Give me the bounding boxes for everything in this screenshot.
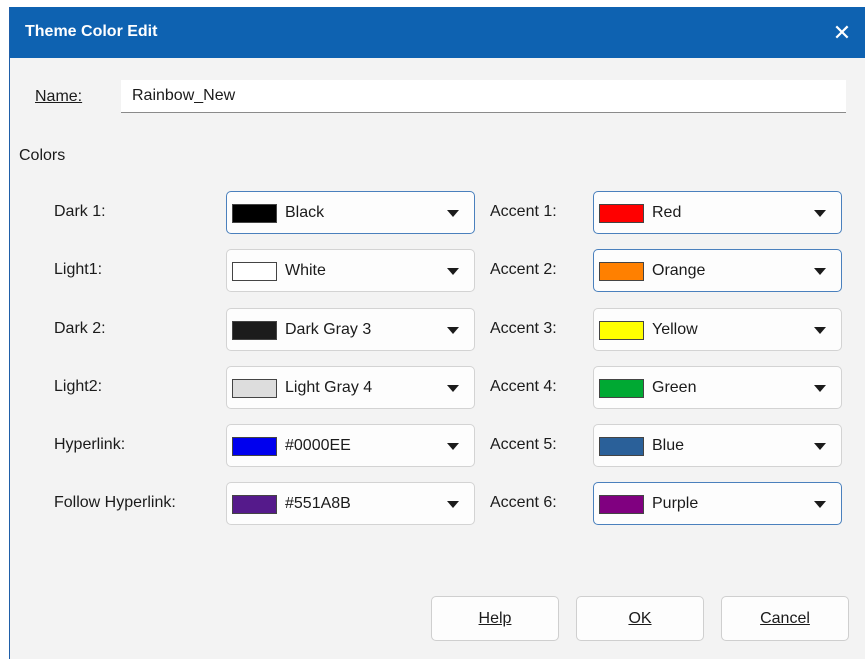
chevron-down-icon [814, 327, 826, 334]
chevron-down-icon [447, 501, 459, 508]
theme-color-edit-dialog: Theme Color Edit ✕ Name: Colors Dark 1: … [9, 7, 865, 659]
dropdown-value: Dark Gray 3 [285, 321, 372, 338]
light2-dropdown[interactable]: Light Gray 4 [226, 366, 475, 409]
name-input[interactable] [121, 80, 846, 113]
accent2-label: Accent 2: [490, 261, 557, 278]
name-label-text: Name: [35, 88, 83, 105]
dropdown-value: Blue [652, 437, 685, 454]
chevron-down-icon [447, 268, 459, 275]
name-label: Name: [35, 88, 82, 106]
accent2-dropdown[interactable]: Orange [593, 249, 842, 292]
accent5-dropdown[interactable]: Blue [593, 424, 842, 467]
close-icon[interactable]: ✕ [819, 7, 865, 58]
dropdown-value: Red [652, 204, 682, 221]
cancel-button-label: Cancel [760, 610, 810, 627]
dropdown-value: Yellow [652, 321, 698, 338]
dropdown-value: Black [285, 204, 325, 221]
chevron-down-icon [814, 443, 826, 450]
dark1-dropdown[interactable]: Black [226, 191, 475, 234]
color-swatch [232, 437, 277, 456]
accent5-label: Accent 5: [490, 436, 557, 453]
ok-button-label: OK [628, 610, 652, 627]
dropdown-value: Green [652, 379, 697, 396]
dark1-label: Dark 1: [54, 203, 106, 220]
ok-button[interactable]: OK [576, 596, 704, 641]
dropdown-value: #0000EE [285, 437, 351, 454]
dark2-label: Dark 2: [54, 320, 106, 337]
dark2-dropdown[interactable]: Dark Gray 3 [226, 308, 475, 351]
light1-label: Light1: [54, 261, 103, 278]
dropdown-value: #551A8B [285, 495, 351, 512]
chevron-down-icon [814, 210, 826, 217]
accent6-dropdown[interactable]: Purple [593, 482, 842, 525]
follow-hyperlink-label: Follow Hyperlink: [54, 494, 176, 511]
chevron-down-icon [447, 385, 459, 392]
color-swatch [232, 321, 277, 340]
chevron-down-icon [814, 268, 826, 275]
accent1-label: Accent 1: [490, 203, 557, 220]
dropdown-value: Purple [652, 495, 699, 512]
color-swatch [599, 321, 644, 340]
chevron-down-icon [814, 385, 826, 392]
color-swatch [232, 379, 277, 398]
dropdown-value: White [285, 262, 326, 279]
dialog-title: Theme Color Edit [25, 23, 158, 40]
chevron-down-icon [447, 210, 459, 217]
chevron-down-icon [447, 443, 459, 450]
help-button-label: Help [478, 610, 512, 627]
color-swatch [599, 437, 644, 456]
follow-hyperlink-dropdown[interactable]: #551A8B [226, 482, 475, 525]
light1-dropdown[interactable]: White [226, 249, 475, 292]
help-button[interactable]: Help [431, 596, 559, 641]
chevron-down-icon [447, 327, 459, 334]
accent6-label: Accent 6: [490, 494, 557, 511]
title-bar: Theme Color Edit ✕ [10, 7, 865, 58]
color-swatch [232, 204, 277, 223]
color-swatch [232, 262, 277, 281]
chevron-down-icon [814, 501, 826, 508]
dropdown-value: Light Gray 4 [285, 379, 373, 396]
color-swatch [599, 262, 644, 281]
accent3-label: Accent 3: [490, 320, 557, 337]
color-swatch [599, 204, 644, 223]
color-swatch [232, 495, 277, 514]
accent4-dropdown[interactable]: Green [593, 366, 842, 409]
accent3-dropdown[interactable]: Yellow [593, 308, 842, 351]
hyperlink-dropdown[interactable]: #0000EE [226, 424, 475, 467]
color-swatch [599, 379, 644, 398]
colors-heading: Colors [19, 147, 66, 164]
color-swatch [599, 495, 644, 514]
accent4-label: Accent 4: [490, 378, 557, 395]
light2-label: Light2: [54, 378, 103, 395]
hyperlink-label: Hyperlink: [54, 436, 126, 453]
cancel-button[interactable]: Cancel [721, 596, 849, 641]
dropdown-value: Orange [652, 262, 706, 279]
accent1-dropdown[interactable]: Red [593, 191, 842, 234]
